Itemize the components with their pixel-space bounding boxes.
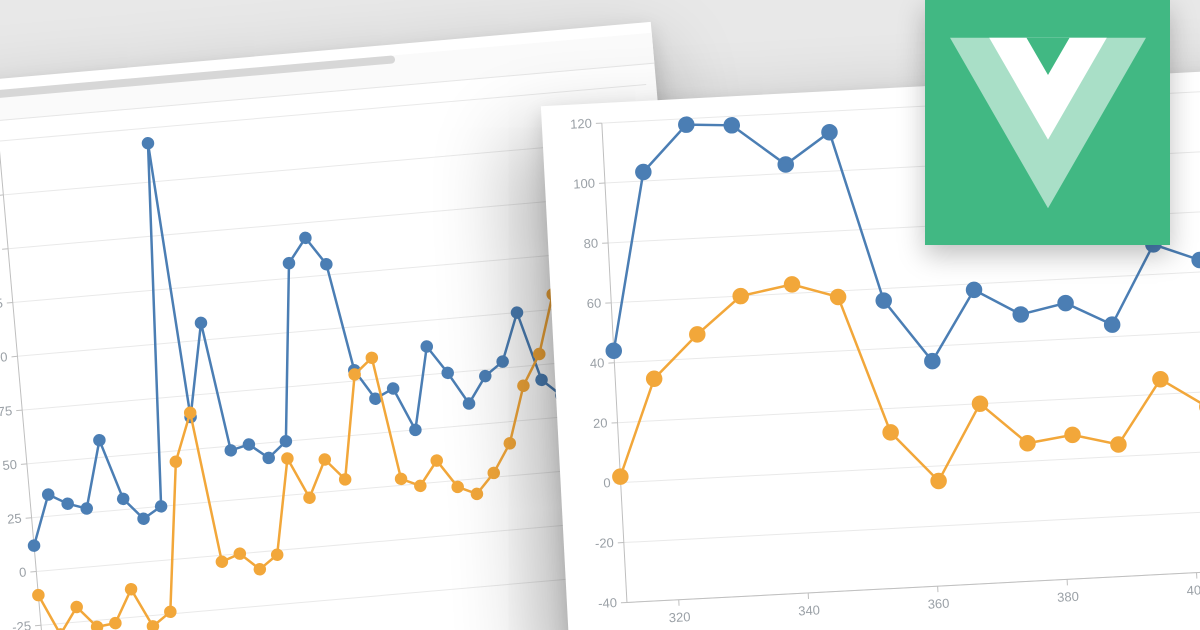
x-tick-label: 340 xyxy=(798,602,820,618)
y-tick-label: 60 xyxy=(586,295,601,311)
x-tick-label: 320 xyxy=(668,609,690,625)
y-tick-label: 25 xyxy=(7,511,23,527)
y-tick-label: 20 xyxy=(593,415,608,431)
y-tick-label: 0 xyxy=(603,475,611,490)
y-tick-label: 100 xyxy=(0,349,8,366)
y-tick-label: 120 xyxy=(570,116,592,132)
x-tick-label: 360 xyxy=(927,596,949,612)
chart-stage: -50-2502550751001251501752000100200300 -… xyxy=(0,0,1200,630)
y-tick-label: 50 xyxy=(2,457,18,473)
y-tick-label: 80 xyxy=(583,235,598,251)
vue-badge xyxy=(925,0,1170,245)
vue-logo-icon xyxy=(950,28,1146,218)
y-tick-label: 100 xyxy=(573,176,595,192)
y-tick-label: 0 xyxy=(18,564,27,580)
series-b xyxy=(603,251,1200,505)
y-tick-label: 40 xyxy=(590,355,605,371)
x-tick-label: 400 xyxy=(1186,582,1200,598)
y-tick-label: -20 xyxy=(595,535,615,551)
y-tick-label: 125 xyxy=(0,295,3,312)
y-tick-label: -40 xyxy=(598,595,618,611)
x-tick-label: 380 xyxy=(1057,589,1079,605)
y-tick-label: -25 xyxy=(12,618,32,630)
y-tick-label: 75 xyxy=(0,403,13,419)
